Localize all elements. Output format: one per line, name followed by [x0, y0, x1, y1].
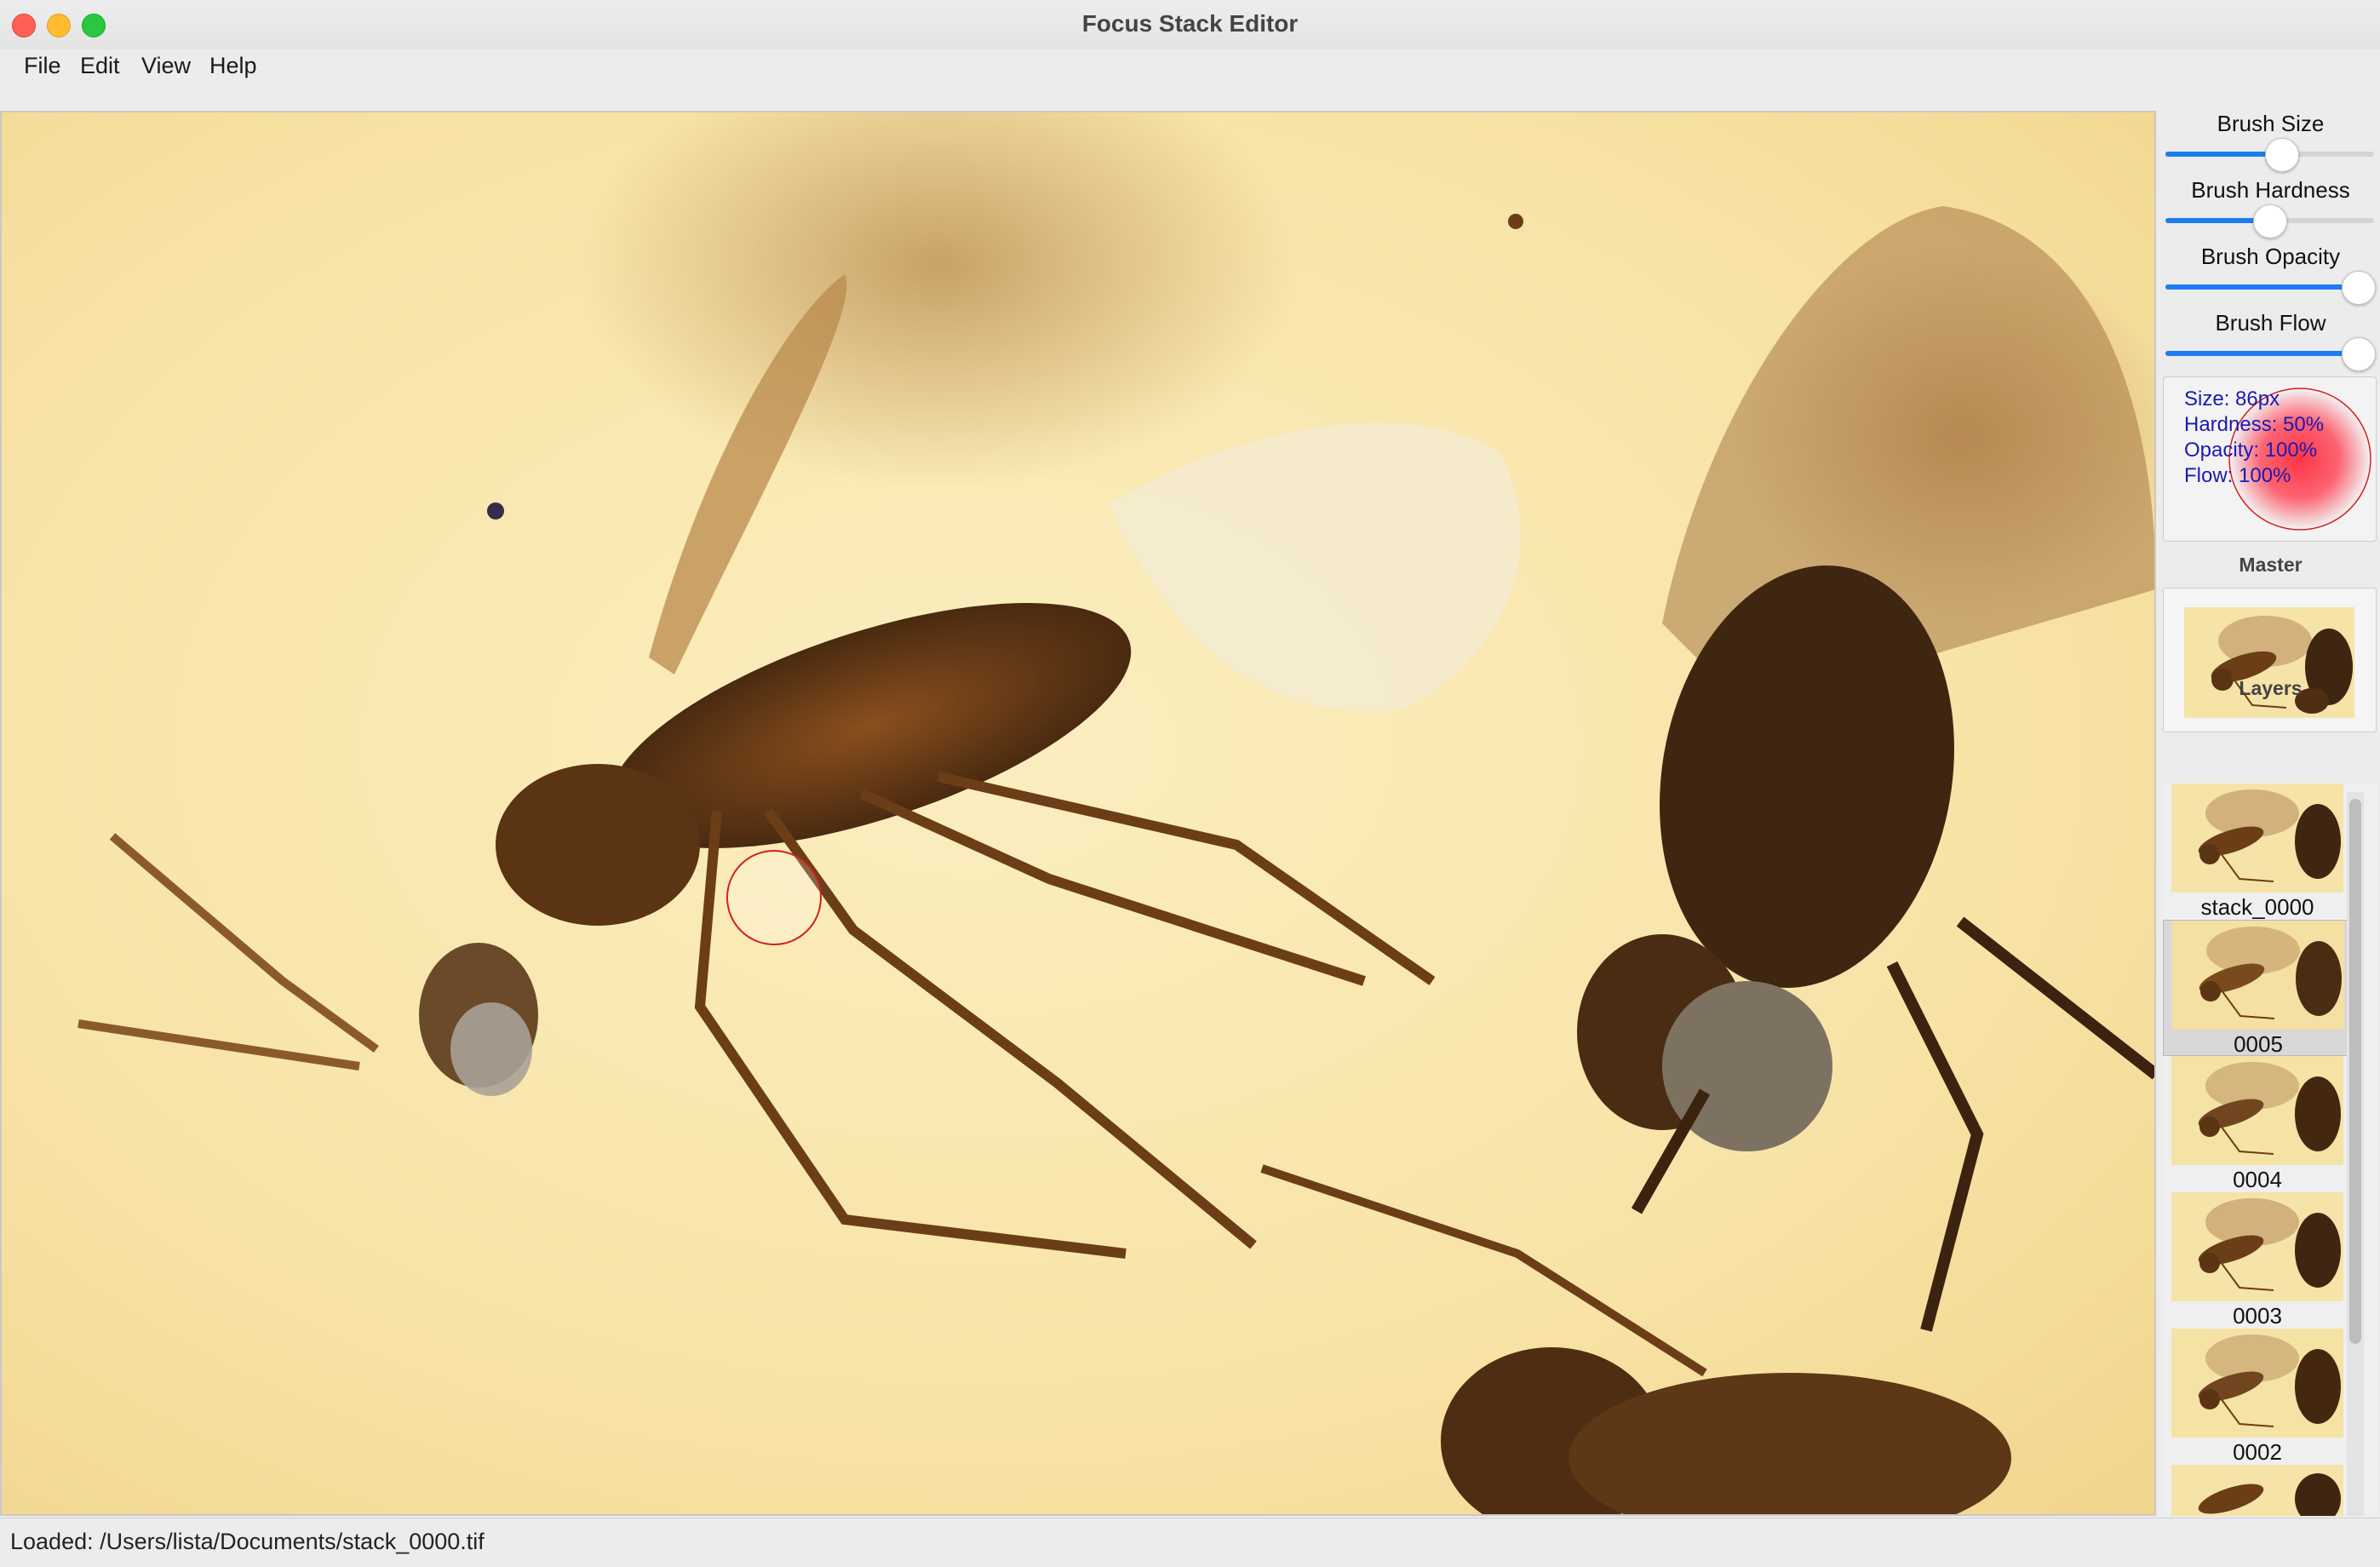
layers-scrollbar-thumb[interactable] [2349, 799, 2361, 1344]
layer-label: 0003 [2233, 1303, 2282, 1329]
layer-label: 0005 [2234, 1031, 2283, 1057]
window-title: Focus Stack Editor [1081, 10, 1299, 37]
layer-item-0003[interactable]: 0003 [2163, 1192, 2352, 1329]
layer-label: 0004 [2233, 1167, 2282, 1192]
status-text: Loaded: /Users/lista/Documents/stack_000… [10, 1529, 485, 1554]
amber-specimen-image [2, 112, 2154, 1514]
brush-preview: Size: 86px Hardness: 50% Opacity: 100% F… [2163, 376, 2377, 542]
layer-label: stack_0000 [2200, 894, 2314, 920]
master-thumbnail-frame[interactable] [2163, 588, 2377, 732]
layers-scrollbar[interactable] [2347, 792, 2364, 1516]
brush-size-slider[interactable] [2165, 138, 2374, 172]
layer-item-0005[interactable]: 0005 [2163, 920, 2352, 1057]
brush-hardness-slider[interactable] [2165, 204, 2374, 238]
brush-opacity-slider[interactable] [2165, 271, 2376, 305]
menu-view[interactable]: View [141, 53, 191, 79]
layer-label: 0002 [2233, 1439, 2282, 1465]
layer-thumbnail [2171, 1329, 2343, 1438]
brush-size-label: Brush Size [2217, 111, 2325, 136]
layer-thumbnail [2171, 1056, 2343, 1165]
menu-file[interactable]: File [24, 53, 61, 79]
layer-thumbnail [2171, 1192, 2343, 1301]
layer-thumbnail [2171, 1465, 2343, 1516]
brush-size-slider-thumb[interactable] [2265, 138, 2299, 172]
status-bar: Loaded: /Users/lista/Documents/stack_000… [0, 1518, 2380, 1567]
menu-bar [0, 49, 2380, 111]
image-canvas[interactable] [0, 111, 2156, 1516]
brush-opacity-slider-thumb[interactable] [2342, 271, 2376, 305]
preview-size-text: Size: 86px [2184, 387, 2280, 410]
brush-opacity-label: Brush Opacity [2200, 244, 2341, 269]
preview-opacity-text: Opacity: 100% [2184, 439, 2318, 462]
brush-hardness-label: Brush Hardness [2191, 177, 2350, 203]
brush-flow-label: Brush Flow [2215, 310, 2326, 336]
layer-item-0004[interactable]: 0004 [2163, 1056, 2352, 1192]
title-bar: Focus Stack Editor [0, 0, 2380, 50]
layer-item-stack-0000[interactable]: stack_0000 [2163, 784, 2352, 920]
master-thumbnail [2184, 607, 2354, 718]
preview-flow-text: Flow: 100% [2184, 464, 2291, 487]
menu-help[interactable]: Help [209, 53, 257, 79]
brush-flow-slider-thumb[interactable] [2342, 337, 2376, 371]
preview-hardness-text: Hardness: 50% [2184, 413, 2325, 436]
layer-thumbnail [2171, 784, 2343, 893]
layer-item-0002[interactable]: 0002 [2163, 1329, 2352, 1465]
brush-cursor [726, 850, 822, 945]
master-title: Master [2239, 554, 2303, 576]
layer-item-partial[interactable] [2163, 1465, 2352, 1516]
menu-edit[interactable]: Edit [80, 53, 120, 79]
brush-hardness-slider-thumb[interactable] [2253, 204, 2287, 238]
brush-flow-slider[interactable] [2165, 337, 2376, 371]
layer-thumbnail [2172, 921, 2344, 1030]
layers-title: Layers [2239, 677, 2303, 699]
